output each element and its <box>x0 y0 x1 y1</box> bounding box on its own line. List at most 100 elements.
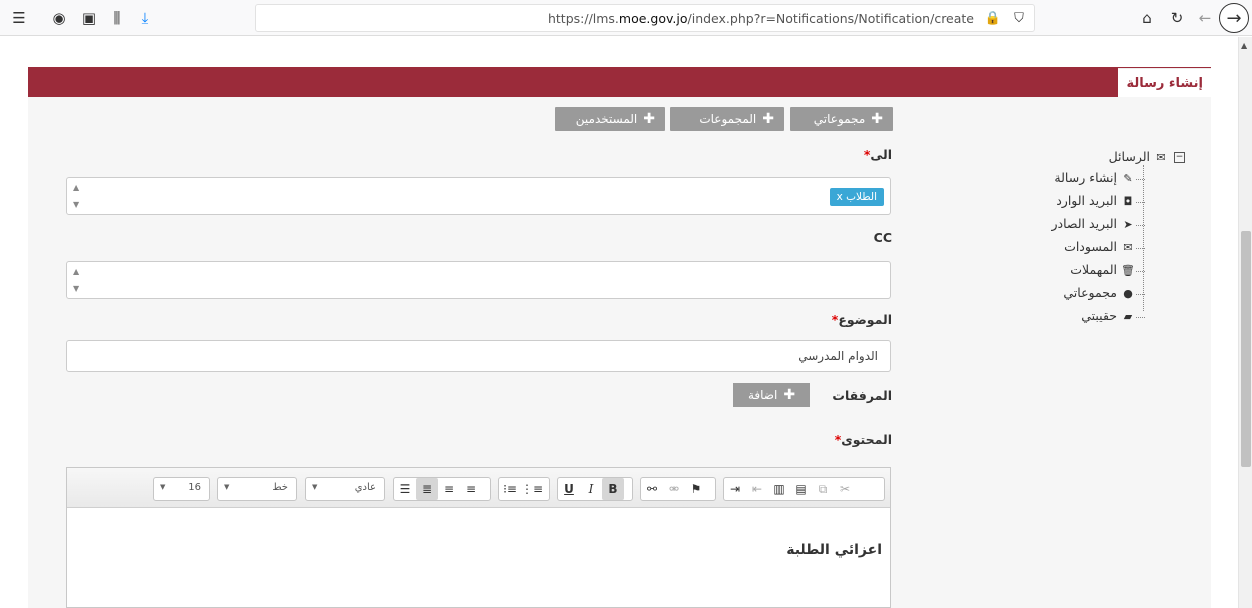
messages-tree: −✉الرسائل ✎إنشاء رسالة ◘البريد الوارد ➤ا… <box>1035 146 1185 326</box>
collapse-icon[interactable]: − <box>1174 152 1185 163</box>
font-value: خط <box>272 482 288 493</box>
cc-field[interactable]: ▲ ▼ <box>66 261 891 299</box>
url-text: https://lms.moe.gov.jo/index.php?r=Notif… <box>547 11 974 26</box>
editor-body[interactable]: اعزائي الطلبة <box>786 542 882 558</box>
subject-label: الموضوع* <box>831 312 892 327</box>
scroll-up-icon[interactable]: ▲ <box>1241 41 1247 50</box>
rich-text-editor[interactable]: ⇥ ⇤ ▥ ▤ ⧉ ✂ ⚯ ⚮ ⚑ U I B ⁝≡ ⋮≡ ☰ ≣ ≡ ≡ عا… <box>66 467 891 608</box>
font-size-select[interactable]: 16 ▼ <box>153 477 210 501</box>
inbox-icon: ◘ <box>1123 195 1133 208</box>
font-select[interactable]: خط ▼ <box>217 477 297 501</box>
spinner-down-icon[interactable]: ▼ <box>73 200 79 209</box>
tree-item-trash[interactable]: 🗑 المهملات <box>1070 262 1145 277</box>
italic-icon[interactable]: I <box>580 478 602 500</box>
forward-icon[interactable]: ← <box>1194 7 1216 29</box>
unlink-icon[interactable]: ⚮ <box>663 478 685 500</box>
tree-item-label: البريد الوارد <box>1056 193 1117 208</box>
plus-icon: ✚ <box>643 111 655 127</box>
subject-value: الدوام المدرسي <box>798 349 878 363</box>
reader-view-icon[interactable]: ▣ <box>78 7 100 29</box>
paste-text-icon[interactable]: ▤ <box>790 478 812 500</box>
tree-connector <box>1143 165 1144 311</box>
link-icon[interactable]: ⚯ <box>641 478 663 500</box>
tree-item-my-bag[interactable]: ▰ حقيبتي <box>1081 308 1145 323</box>
plus-icon: ✚ <box>871 111 883 127</box>
envelope-icon: ✉ <box>1123 241 1133 254</box>
attachments-label: المرفقات <box>832 388 892 403</box>
tree-item-drafts[interactable]: ✉ المسودات <box>1064 239 1145 254</box>
send-icon: ➤ <box>1123 218 1133 231</box>
editor-toolbar: ⇥ ⇤ ▥ ▤ ⧉ ✂ ⚯ ⚮ ⚑ U I B ⁝≡ ⋮≡ ☰ ≣ ≡ ≡ عا… <box>67 468 890 508</box>
url-bar[interactable]: https://lms.moe.gov.jo/index.php?r=Notif… <box>255 4 1035 32</box>
spinner-down-icon[interactable]: ▼ <box>73 284 79 293</box>
anchor-flag-icon[interactable]: ⚑ <box>685 478 707 500</box>
edit-icon: ✎ <box>1123 172 1133 185</box>
my-groups-button[interactable]: ✚ مجموعاتي <box>790 107 893 131</box>
numbered-list-icon[interactable]: ⋮≡ <box>521 478 543 500</box>
tree-root-label: الرسائل <box>1108 149 1150 164</box>
align-justify-icon[interactable]: ☰ <box>394 478 416 500</box>
format-value: عادي <box>354 482 376 493</box>
download-icon[interactable]: ⤓ <box>134 7 156 29</box>
tree-item-label: البريد الصادر <box>1051 216 1118 231</box>
recipient-tag[interactable]: الطلاب x <box>829 188 884 206</box>
plus-icon: ✚ <box>783 387 796 403</box>
add-label: اضافة <box>747 388 778 402</box>
clipboard-group: ⇥ ⇤ ▥ ▤ ⧉ ✂ <box>723 477 885 501</box>
font-size-value: 16 <box>188 482 201 493</box>
subject-input[interactable]: الدوام المدرسي <box>66 340 891 372</box>
lock-icon: 🔒 <box>984 10 1002 26</box>
page-scrollbar[interactable]: ▲ <box>1238 37 1252 608</box>
underline-icon[interactable]: U <box>558 478 580 500</box>
tree-root[interactable]: −✉ الرسائل <box>1109 149 1185 164</box>
bold-icon[interactable]: B <box>602 478 624 500</box>
folder-icon: ▰ <box>1123 310 1133 323</box>
bulleted-list-icon[interactable]: ⁝≡ <box>499 478 521 500</box>
copy-icon[interactable]: ⧉ <box>812 478 834 500</box>
page-title: إنشاء رسالة <box>1118 68 1211 98</box>
align-center-icon[interactable]: ≡ <box>438 478 460 500</box>
add-attachment-button[interactable]: ✚ اضافة <box>733 383 810 407</box>
groups-button[interactable]: ✚ المجموعات <box>670 107 784 131</box>
spinner-up-icon[interactable]: ▲ <box>73 267 79 276</box>
to-label: الى* <box>863 147 892 162</box>
list-group: ⁝≡ ⋮≡ <box>498 477 550 501</box>
redo-icon[interactable]: ⇥ <box>724 478 746 500</box>
users-button[interactable]: ✚ المستخدمين <box>555 107 665 131</box>
paste-icon[interactable]: ▥ <box>768 478 790 500</box>
menu-icon[interactable]: ☰ <box>8 7 30 29</box>
scroll-thumb[interactable] <box>1241 231 1251 467</box>
tree-item-label: المسودات <box>1064 239 1117 254</box>
home-icon[interactable]: ⌂ <box>1136 7 1158 29</box>
link-group: ⚯ ⚮ ⚑ <box>640 477 716 501</box>
header-bar <box>28 67 1211 97</box>
tree-item-my-groups[interactable]: ● مجموعاتي <box>1063 285 1145 300</box>
text-style-group: U I B <box>557 477 633 501</box>
reload-icon[interactable]: ↻ <box>1166 7 1188 29</box>
shield-icon[interactable]: ⛉ <box>1008 7 1030 29</box>
envelope-icon: ✉ <box>1156 151 1166 164</box>
undo-icon[interactable]: ⇤ <box>746 478 768 500</box>
tree-item-label: حقيبتي <box>1081 308 1117 323</box>
chevron-down-icon: ▼ <box>312 483 318 491</box>
spinner-up-icon[interactable]: ▲ <box>73 183 79 192</box>
align-right-icon[interactable]: ≣ <box>416 478 438 500</box>
users-label: المستخدمين <box>575 112 638 126</box>
tree-item-compose[interactable]: ✎ إنشاء رسالة <box>1054 170 1145 185</box>
cut-icon[interactable]: ✂ <box>834 478 856 500</box>
to-field[interactable]: ▲ ▼ الطلاب x <box>66 177 891 215</box>
align-left-icon[interactable]: ≡ <box>460 478 482 500</box>
my-groups-label: مجموعاتي <box>813 112 866 126</box>
format-select[interactable]: عادي ▼ <box>305 477 385 501</box>
extension-icon[interactable]: ◉ <box>48 7 70 29</box>
chevron-down-icon: ▼ <box>224 483 230 491</box>
trash-icon: 🗑 <box>1121 264 1135 277</box>
groups-label: المجموعات <box>699 112 757 126</box>
content-label: المحتوى* <box>834 432 892 447</box>
library-icon[interactable]: ⫼ <box>106 7 128 29</box>
plus-icon: ✚ <box>762 111 774 127</box>
tree-item-inbox[interactable]: ◘ البريد الوارد <box>1056 193 1145 208</box>
tree-item-sent[interactable]: ➤ البريد الصادر <box>1051 216 1145 231</box>
tree-item-label: إنشاء رسالة <box>1054 170 1117 185</box>
back-button[interactable]: → <box>1219 3 1249 33</box>
